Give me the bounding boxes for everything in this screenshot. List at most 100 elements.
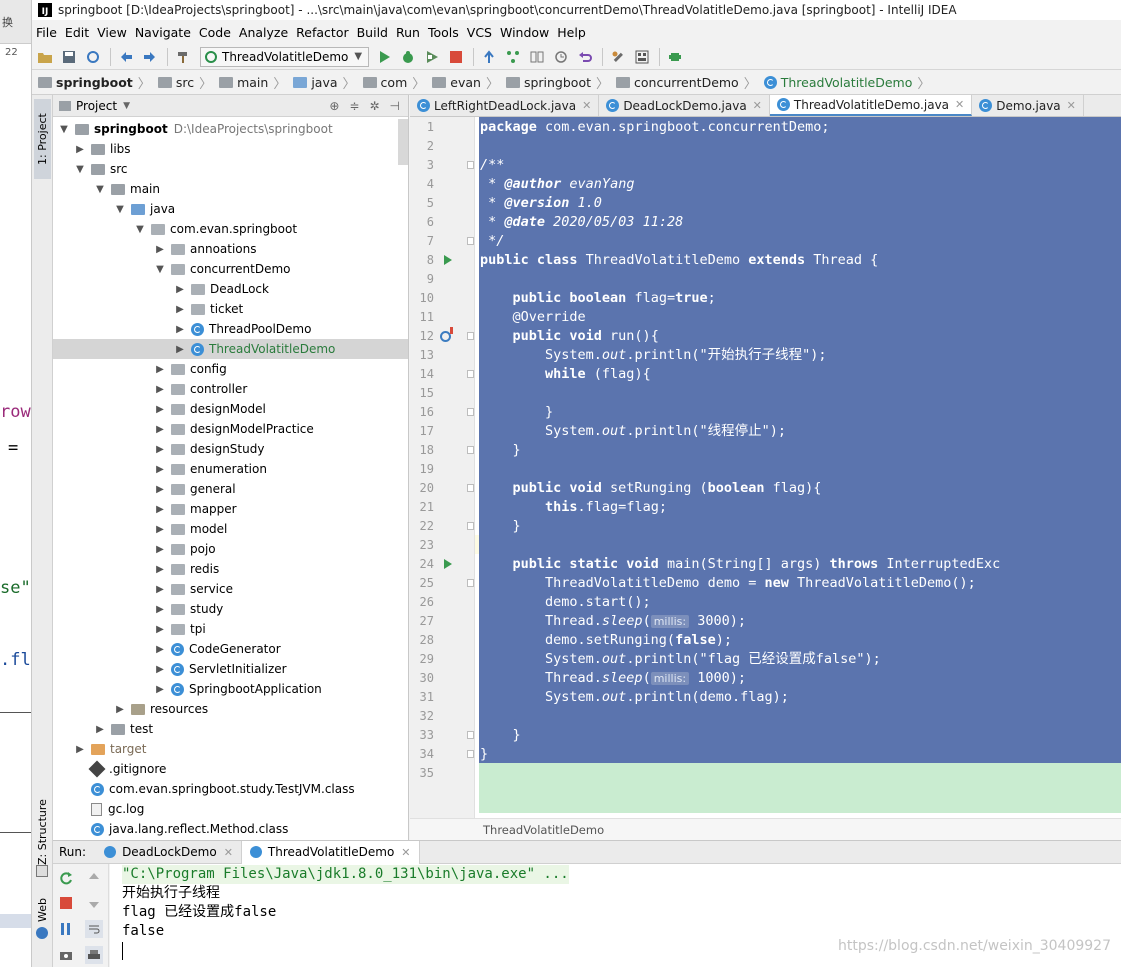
- menu-view[interactable]: View: [93, 25, 131, 40]
- vcs-compare-icon[interactable]: [526, 46, 548, 68]
- forward-arrow-icon[interactable]: [139, 46, 161, 68]
- tree-item-method-class[interactable]: java.lang.reflect.Method.class: [53, 819, 408, 839]
- chevron-right-icon[interactable]: ▶: [153, 464, 167, 475]
- tree-item-designstudy[interactable]: ▶ designStudy: [53, 439, 408, 459]
- tree-item-src[interactable]: ▼ src: [53, 159, 408, 179]
- fold-marker-icon[interactable]: [467, 332, 474, 340]
- tree-item-concurrentdemo[interactable]: ▼ concurrentDemo: [53, 259, 408, 279]
- fold-marker-icon[interactable]: [467, 446, 474, 454]
- fold-marker-icon[interactable]: [467, 579, 474, 587]
- tree-item-threadvolatitledemo[interactable]: ▶ ThreadVolatitleDemo: [53, 339, 408, 359]
- vcs-commit-icon[interactable]: [502, 46, 524, 68]
- chevron-right-icon[interactable]: ▶: [153, 424, 167, 435]
- tree-item-tpi[interactable]: ▶ tpi: [53, 619, 408, 639]
- chevron-right-icon[interactable]: ▶: [153, 524, 167, 535]
- tree-item-enumeration[interactable]: ▶ enumeration: [53, 459, 408, 479]
- breadcrumb-item[interactable]: main 〉: [219, 73, 293, 92]
- close-icon[interactable]: ✕: [224, 846, 233, 859]
- chevron-right-icon[interactable]: ▶: [93, 724, 107, 735]
- tree-item-redis[interactable]: ▶ redis: [53, 559, 408, 579]
- menu-build[interactable]: Build: [353, 25, 392, 40]
- vcs-history-icon[interactable]: [550, 46, 572, 68]
- print-icon[interactable]: [85, 946, 103, 964]
- rerun-icon[interactable]: [57, 869, 75, 887]
- web-tool-tab[interactable]: Web: [34, 895, 51, 925]
- scroll-down-icon[interactable]: [85, 894, 103, 912]
- fold-marker-icon[interactable]: [467, 370, 474, 378]
- collapse-all-icon[interactable]: ≑: [349, 99, 359, 113]
- tree-item-target[interactable]: ▶ target: [53, 739, 408, 759]
- tree-scrollbar[interactable]: [398, 119, 408, 165]
- settings-wrench-icon[interactable]: [607, 46, 629, 68]
- chevron-right-icon[interactable]: ▶: [173, 284, 187, 295]
- tree-root[interactable]: ▼ springboot D:\IdeaProjects\springboot: [53, 119, 408, 139]
- close-icon[interactable]: ✕: [1067, 99, 1076, 112]
- breadcrumb-item[interactable]: src 〉: [157, 73, 219, 92]
- tree-item-main[interactable]: ▼ main: [53, 179, 408, 199]
- breadcrumb-item[interactable]: concurrentDemo 〉: [616, 73, 764, 92]
- tree-item-test[interactable]: ▶ test: [53, 719, 408, 739]
- run-icon[interactable]: [373, 46, 395, 68]
- vcs-update-icon[interactable]: [478, 46, 500, 68]
- tree-item-service[interactable]: ▶ service: [53, 579, 408, 599]
- chevron-down-icon[interactable]: ▼: [57, 124, 71, 135]
- debug-icon[interactable]: [397, 46, 419, 68]
- close-icon[interactable]: ✕: [955, 98, 964, 111]
- tree-item-mapper[interactable]: ▶ mapper: [53, 499, 408, 519]
- tree-item-testjvm-class[interactable]: com.evan.springboot.study.TestJVM.class: [53, 779, 408, 799]
- fold-marker-icon[interactable]: [467, 237, 474, 245]
- tree-item-threadpooldemo[interactable]: ▶ ThreadPoolDemo: [53, 319, 408, 339]
- sync-icon[interactable]: [82, 46, 104, 68]
- tab-leftrightdeadlock[interactable]: LeftRightDeadLock.java ✕: [410, 95, 600, 116]
- camera-icon[interactable]: [57, 946, 75, 964]
- fold-marker-icon[interactable]: [467, 484, 474, 492]
- tree-item-designmodel[interactable]: ▶ designModel: [53, 399, 408, 419]
- project-panel-title[interactable]: Project: [76, 99, 117, 113]
- chevron-right-icon[interactable]: ▶: [113, 704, 127, 715]
- chevron-right-icon[interactable]: ▶: [173, 344, 187, 355]
- run-tab-threadvolatitledemo[interactable]: ThreadVolatitleDemo ✕: [241, 840, 420, 864]
- tree-item-libs[interactable]: ▶ libs: [53, 139, 408, 159]
- fold-marker-icon[interactable]: [467, 750, 474, 758]
- tree-item-servletinitializer[interactable]: ▶ ServletInitializer: [53, 659, 408, 679]
- breadcrumb-item[interactable]: springboot 〉: [38, 73, 158, 92]
- tree-item-study[interactable]: ▶ study: [53, 599, 408, 619]
- chevron-right-icon[interactable]: ▶: [153, 644, 167, 655]
- fold-marker-icon[interactable]: [467, 731, 474, 739]
- open-folder-icon[interactable]: [34, 46, 56, 68]
- hide-panel-icon[interactable]: ⊣: [390, 99, 400, 113]
- chevron-right-icon[interactable]: ▶: [173, 324, 187, 335]
- chevron-right-icon[interactable]: ▶: [153, 564, 167, 575]
- save-icon[interactable]: [58, 46, 80, 68]
- coverage-icon[interactable]: [421, 46, 443, 68]
- plugin-icon[interactable]: [664, 46, 686, 68]
- fold-marker-icon[interactable]: [467, 408, 474, 416]
- editor-structure-breadcrumb[interactable]: ThreadVolatitleDemo: [410, 818, 1121, 840]
- menu-navigate[interactable]: Navigate: [131, 25, 195, 40]
- menu-refactor[interactable]: Refactor: [292, 25, 352, 40]
- run-configuration-select[interactable]: ThreadVolatitleDemo ▼: [200, 46, 370, 67]
- web-icon[interactable]: [36, 927, 48, 939]
- structure-icon[interactable]: [36, 865, 48, 877]
- build-hammer-icon[interactable]: [172, 46, 194, 68]
- menu-tools[interactable]: Tools: [424, 25, 463, 40]
- chevron-down-icon[interactable]: ▼: [123, 101, 130, 111]
- tree-item-pojo[interactable]: ▶ pojo: [53, 539, 408, 559]
- run-tab-deadlockdemo[interactable]: DeadLockDemo ✕: [96, 840, 242, 864]
- menu-analyze[interactable]: Analyze: [235, 25, 292, 40]
- breadcrumb-item[interactable]: evan 〉: [432, 73, 506, 92]
- chevron-right-icon[interactable]: ▶: [153, 544, 167, 555]
- tree-item-model[interactable]: ▶ model: [53, 519, 408, 539]
- menu-window[interactable]: Window: [496, 25, 553, 40]
- chevron-right-icon[interactable]: ▶: [153, 404, 167, 415]
- tab-deadlockdemo[interactable]: DeadLockDemo.java ✕: [599, 95, 770, 116]
- run-class-icon[interactable]: [444, 255, 452, 265]
- chevron-down-icon[interactable]: ▼: [153, 264, 167, 275]
- tree-item-controller[interactable]: ▶ controller: [53, 379, 408, 399]
- project-tool-tab[interactable]: 1: Project: [34, 99, 51, 179]
- stop-icon[interactable]: [445, 46, 467, 68]
- pause-icon[interactable]: [57, 920, 75, 938]
- menu-help[interactable]: Help: [553, 25, 590, 40]
- tab-demo[interactable]: Demo.java ✕: [972, 95, 1084, 116]
- chevron-right-icon[interactable]: ▶: [153, 504, 167, 515]
